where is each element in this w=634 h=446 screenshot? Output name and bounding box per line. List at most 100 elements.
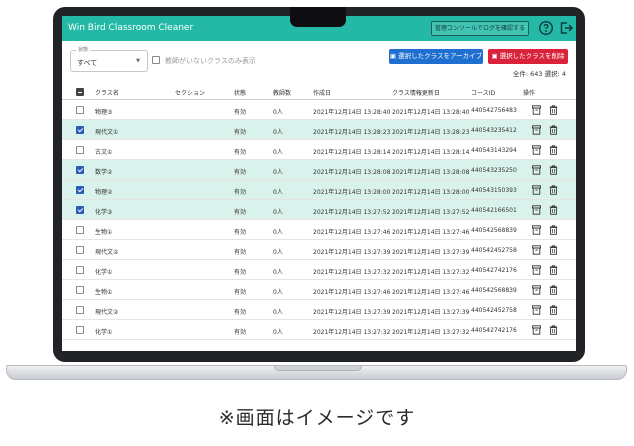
archive-icon[interactable]: [532, 285, 541, 295]
row-checkbox[interactable]: [76, 146, 84, 154]
col-teachers[interactable]: 教師数: [273, 88, 291, 97]
archive-icon[interactable]: [532, 105, 541, 115]
trash-icon[interactable]: [549, 145, 558, 155]
delete-selected-button[interactable]: ▣ 選択したクラスを削除: [488, 49, 568, 64]
chevron-down-icon: ▼: [136, 58, 140, 64]
cell-updated: 2021年12月14日 13:27:46: [392, 229, 470, 236]
cell-teachers: 0人: [273, 329, 283, 336]
cell-name: 生物①: [95, 289, 113, 296]
trash-icon[interactable]: [549, 105, 558, 115]
cell-name: 化学③: [95, 209, 113, 216]
table-row[interactable]: 化学① 有効 0人 2021年12月14日 13:27:32 2021年12月14日 1…: [62, 260, 576, 280]
archive-selected-button[interactable]: ▣ 選択したクラスをアーカイブ: [389, 49, 483, 64]
col-updated[interactable]: クラス情報更新日: [392, 88, 440, 97]
archive-icon[interactable]: [532, 325, 541, 335]
trash-icon[interactable]: [549, 285, 558, 295]
cell-teachers: 0人: [273, 229, 283, 236]
cell-created: 2021年12月14日 13:27:39: [313, 249, 391, 256]
archive-icon[interactable]: [532, 245, 541, 255]
row-checkbox[interactable]: [76, 226, 84, 234]
archive-icon[interactable]: [532, 165, 541, 175]
laptop-base-notch: [274, 366, 362, 371]
cell-teachers: 0人: [273, 149, 283, 156]
trash-icon[interactable]: [549, 185, 558, 195]
table-row[interactable]: 現代文① 有効 0人 2021年12月14日 13:28:23 2021年12月14日 …: [62, 120, 576, 140]
cell-updated: 2021年12月14日 13:27:52: [392, 209, 470, 216]
cell-status: 有効: [234, 169, 247, 176]
cell-status: 有効: [234, 129, 247, 136]
archive-icon[interactable]: [532, 265, 541, 275]
col-ops: 操作: [523, 90, 536, 97]
table-row[interactable]: 物理③ 有効 0人 2021年12月14日 13:28:40 2021年12月14日 1…: [62, 100, 576, 120]
table-row[interactable]: 生物① 有効 0人 2021年12月14日 13:27:46 2021年12月14日 1…: [62, 220, 576, 240]
cell-created: 2021年12月14日 13:28:00: [313, 189, 391, 196]
cell-code: 440543235250: [471, 167, 517, 174]
row-checkbox[interactable]: [76, 126, 84, 134]
cell-code: 440542568839: [471, 227, 517, 234]
archive-icon[interactable]: [532, 125, 541, 135]
cell-created: 2021年12月14日 13:28:14: [313, 149, 391, 156]
trash-icon[interactable]: [549, 205, 558, 215]
trash-icon[interactable]: [549, 325, 558, 335]
status-select-legend: 状態: [76, 46, 91, 53]
row-checkbox[interactable]: [76, 166, 84, 174]
col-code[interactable]: コースID: [471, 88, 495, 97]
col-name[interactable]: クラス名: [95, 88, 119, 97]
cell-status: 有効: [234, 309, 247, 316]
row-checkbox[interactable]: [76, 286, 84, 294]
cell-updated: 2021年12月14日 13:27:32: [392, 269, 470, 276]
trash-icon[interactable]: [549, 165, 558, 175]
row-checkbox[interactable]: [76, 246, 84, 254]
cell-status: 有効: [234, 269, 247, 276]
console-log-button[interactable]: 管理コンソールでログを確認する: [431, 21, 529, 36]
table-row[interactable]: 現代文② 有効 0人 2021年12月14日 13:27:39 2021年12月14日 …: [62, 300, 576, 320]
col-status[interactable]: 状態: [234, 88, 246, 97]
col-created[interactable]: 作成日: [313, 88, 331, 97]
cell-created: 2021年12月14日 13:28:08: [313, 169, 391, 176]
trash-icon[interactable]: [549, 225, 558, 235]
table-row[interactable]: 現代文② 有効 0人 2021年12月14日 13:27:39 2021年12月14日 …: [62, 240, 576, 260]
no-teacher-checkbox[interactable]: [152, 56, 160, 64]
caption: ※画面はイメージです: [218, 407, 416, 429]
laptop-base: [6, 365, 627, 380]
select-all-checkbox[interactable]: [76, 88, 84, 96]
table-row[interactable]: 物理② 有効 0人 2021年12月14日 13:28:00 2021年12月14日 1…: [62, 180, 576, 200]
cell-status: 有効: [234, 209, 247, 216]
trash-icon[interactable]: [549, 305, 558, 315]
row-checkbox[interactable]: [76, 106, 84, 114]
logout-icon[interactable]: [558, 20, 574, 36]
help-circle-icon[interactable]: [538, 20, 554, 36]
row-checkbox[interactable]: [76, 306, 84, 314]
cell-name: 物理③: [95, 109, 113, 116]
cell-created: 2021年12月14日 13:27:46: [313, 229, 391, 236]
cell-code: 440543235412: [471, 127, 517, 134]
col-section[interactable]: セクション: [175, 88, 205, 97]
archive-icon[interactable]: [532, 145, 541, 155]
archive-icon[interactable]: [532, 205, 541, 215]
cell-teachers: 0人: [273, 109, 283, 116]
trash-icon[interactable]: [549, 245, 558, 255]
archive-icon[interactable]: [532, 305, 541, 315]
trash-icon[interactable]: [549, 265, 558, 275]
row-checkbox[interactable]: [76, 186, 84, 194]
cell-status: 有効: [234, 189, 247, 196]
table-row[interactable]: 古文① 有効 0人 2021年12月14日 13:28:14 2021年12月14日 1…: [62, 140, 576, 160]
status-select[interactable]: 状態 すべて ▼: [70, 46, 148, 72]
table-row[interactable]: 生物① 有効 0人 2021年12月14日 13:27:46 2021年12月14日 1…: [62, 280, 576, 300]
trash-icon[interactable]: [549, 125, 558, 135]
archive-icon[interactable]: [532, 225, 541, 235]
table-row[interactable]: 化学① 有効 0人 2021年12月14日 13:27:32 2021年12月14日 1…: [62, 320, 576, 340]
table-row[interactable]: 数学② 有効 0人 2021年12月14日 13:28:08 2021年12月14日 1…: [62, 160, 576, 180]
cell-teachers: 0人: [273, 189, 283, 196]
row-checkbox[interactable]: [76, 326, 84, 334]
cell-updated: 2021年12月14日 13:28:08: [392, 169, 470, 176]
cell-teachers: 0人: [273, 249, 283, 256]
row-checkbox[interactable]: [76, 266, 84, 274]
cell-updated: 2021年12月14日 13:27:46: [392, 289, 470, 296]
archive-icon[interactable]: [532, 185, 541, 195]
table-row[interactable]: 化学③ 有効 0人 2021年12月14日 13:27:52 2021年12月14日 1…: [62, 200, 576, 220]
cell-updated: 2021年12月14日 13:27:32: [392, 329, 470, 336]
cell-code: 440542568839: [471, 287, 517, 294]
cell-name: 古文①: [95, 149, 113, 156]
row-checkbox[interactable]: [76, 206, 84, 214]
